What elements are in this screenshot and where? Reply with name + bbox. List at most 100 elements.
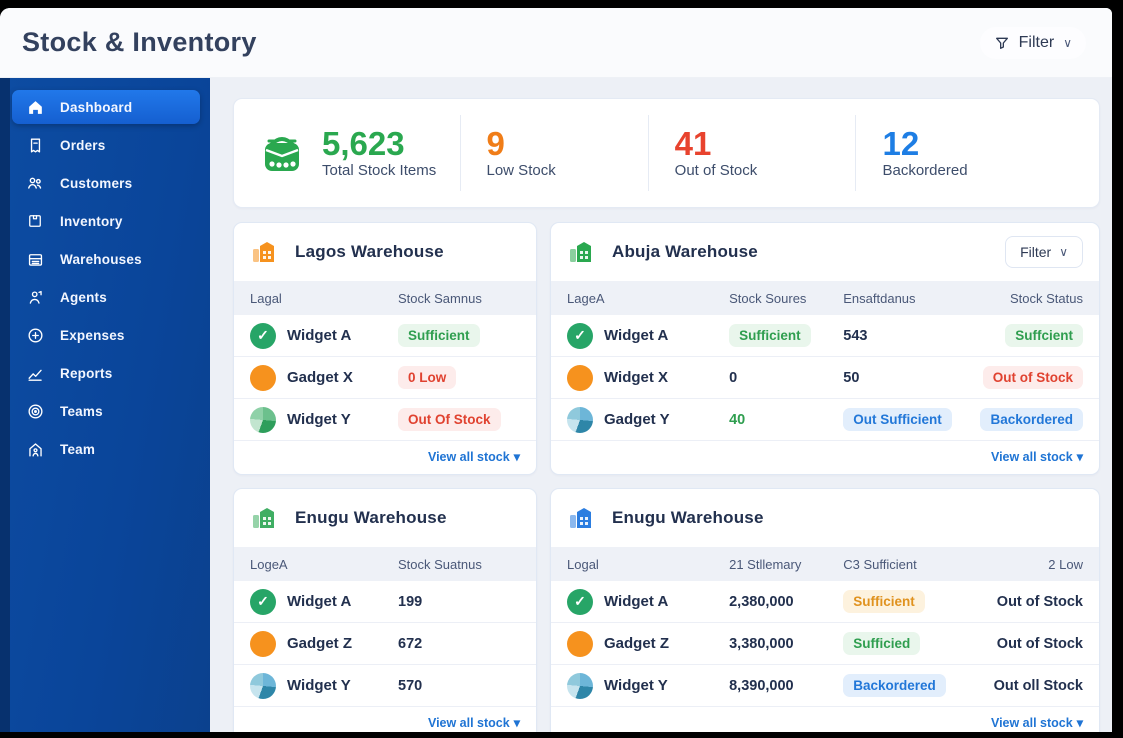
warehouse-green-icon — [250, 502, 282, 534]
sidebar-item-team[interactable]: Team — [12, 432, 200, 466]
table-row[interactable]: ✓ Widget A Sufficient 543 Suffcient — [551, 315, 1099, 357]
product-name: Gadget Z — [287, 635, 353, 652]
sidebar-item-inventory[interactable]: Inventory — [12, 204, 200, 238]
view-all-stock-link[interactable]: View all stock ▾ — [428, 715, 520, 731]
column-header: Logal — [567, 556, 599, 572]
chevron-down-icon: ∨ — [1059, 245, 1068, 259]
card-footer: View all stock ▾ — [551, 707, 1099, 732]
stat-backordered: 12 Backordered — [855, 115, 1089, 191]
basket-icon — [256, 127, 308, 179]
header-filter-button[interactable]: Filter ∨ — [979, 26, 1086, 59]
table-row[interactable]: Widget Y 8,390,000 Backordered Out oll Sto… — [551, 665, 1099, 707]
table-row[interactable]: Widget Y Out Of Stock — [234, 399, 536, 441]
product-name: Gadget Z — [604, 635, 670, 652]
main-content: 5,623 Total Stock Items 9 Low Stock 41 O… — [210, 78, 1112, 732]
stat-value: 9 — [486, 125, 505, 162]
card-filter-label: Filter — [1020, 244, 1052, 260]
pie-green-icon — [250, 406, 276, 433]
warehouse-card-enugu-warehouse-3: Enugu Warehouse Logal 21 Stllemary C3 Suffi… — [550, 488, 1100, 732]
table-row[interactable]: Gadget Z 3,380,000 Sufficied Out of Stock — [551, 623, 1099, 665]
status-badge: Sufficient — [843, 590, 925, 613]
table-row[interactable]: Gadget Z 672 — [234, 623, 536, 665]
chevron-down-icon: ∨ — [1063, 35, 1072, 50]
chevron-down-icon: ▾ — [1076, 450, 1083, 464]
view-all-stock-link[interactable]: View all stock ▾ — [991, 449, 1083, 465]
product-name: Widget Y — [287, 677, 351, 694]
sidebar-item-dashboard[interactable]: Dashboard — [12, 90, 200, 124]
sidebar-item-label: Teams — [60, 403, 103, 419]
dot-orange-icon — [250, 630, 276, 657]
column-header: Ensaftdanus — [843, 290, 916, 306]
table-header-row: Logal 21 Stllemary C3 Sufficient 2 Low — [551, 547, 1099, 581]
sidebar-item-warehouses[interactable]: Warehouses — [12, 242, 200, 276]
warehouse-card-enugu-warehouse-2: Enugu Warehouse LogeA Stock Suatnus ✓ Widg… — [233, 488, 537, 732]
check-circle-icon: ✓ — [567, 322, 593, 349]
view-all-stock-link[interactable]: View all stock ▾ — [428, 449, 520, 465]
receipt-icon — [24, 134, 46, 156]
status-badge: Sufficient — [398, 324, 480, 347]
product-name: Gadget Y — [604, 411, 670, 428]
table-row[interactable]: Gadget Y 40 Out Sufficient Backordered — [551, 399, 1099, 441]
table-row[interactable]: Widget X 0 50 Out of Stock — [551, 357, 1099, 399]
product-cell: ✓ Widget A — [567, 322, 729, 349]
sidebar-item-reports[interactable]: Reports — [12, 356, 200, 390]
view-all-stock-link[interactable]: View all stock ▾ — [991, 715, 1083, 731]
column-header: 21 Stllemary — [729, 556, 802, 572]
product-name: Widget Y — [287, 411, 351, 428]
table-row[interactable]: ✓ Widget A Sufficient — [234, 315, 536, 357]
warehouse-card-abuja-warehouse-1: Abuja Warehouse Filter ∨ LageA Stock Sour… — [550, 222, 1100, 475]
stat-total-stock-items: 5,623 Total Stock Items — [244, 115, 460, 191]
cell-value: 8,390,000 — [729, 677, 794, 694]
product-name: Widget A — [287, 593, 352, 610]
card-header: Enugu Warehouse — [551, 489, 1099, 547]
table-row[interactable]: ✓ Widget A 199 — [234, 581, 536, 623]
cell-value: Out of Stock — [996, 593, 1083, 610]
cell-value: 0 — [729, 369, 738, 386]
table-row[interactable]: ✓ Widget A 2,380,000 Sufficient Out of Sto… — [551, 581, 1099, 623]
stat-low-stock: 9 Low Stock — [459, 115, 648, 191]
card-title: Enugu Warehouse — [295, 508, 447, 527]
status-badge: 0 Low — [398, 366, 457, 389]
home-icon — [24, 96, 46, 118]
status-badge: Out Of Stock — [398, 408, 501, 431]
table-row[interactable]: Gadget X 0 Low — [234, 357, 536, 399]
warehouse-icon — [24, 248, 46, 270]
card-footer: View all stock ▾ — [234, 441, 536, 474]
sidebar-item-teams[interactable]: Teams — [12, 394, 200, 428]
sidebar-item-label: Dashboard — [60, 99, 133, 115]
table-row[interactable]: Widget Y 570 — [234, 665, 536, 707]
warehouse-card-lagos-warehouse-0: Lagos Warehouse Lagal Stock Samnus ✓ Widge… — [233, 222, 537, 475]
chart-icon — [24, 362, 46, 384]
sidebar-item-customers[interactable]: Customers — [12, 166, 200, 200]
table-header-row: LageA Stock Soures Ensaftdanus Stock Status — [551, 281, 1099, 315]
product-cell: ✓ Widget A — [567, 588, 729, 615]
stat-label: Backordered — [882, 162, 968, 179]
agent-icon — [24, 286, 46, 308]
stat-value: 41 — [674, 125, 712, 162]
sidebar-item-orders[interactable]: Orders — [12, 128, 200, 162]
stat-value: 12 — [882, 125, 920, 162]
stat-label: Total Stock Items — [322, 162, 437, 179]
card-header: Enugu Warehouse — [234, 489, 536, 547]
chevron-down-icon: ▾ — [1076, 716, 1083, 730]
card-title: Lagos Warehouse — [295, 242, 444, 261]
column-header: C3 Sufficient — [843, 556, 917, 572]
cell-value: Out oll Stock — [993, 677, 1083, 694]
product-name: Widget Y — [604, 677, 668, 694]
cell-value: 672 — [398, 635, 423, 652]
box-icon — [24, 210, 46, 232]
card-header: Abuja Warehouse Filter ∨ — [551, 223, 1099, 281]
dot-orange-icon — [567, 364, 593, 391]
product-cell: Gadget Y — [567, 406, 729, 433]
column-header: LageA — [567, 290, 605, 306]
product-name: Widget X — [604, 369, 669, 386]
sidebar-item-label: Customers — [60, 175, 133, 191]
pie-teal-icon — [250, 672, 276, 699]
sidebar-item-label: Team — [60, 441, 96, 457]
sidebar-item-expenses[interactable]: Expenses — [12, 318, 200, 352]
status-badge: Sufficient — [729, 324, 811, 347]
cell-value: 199 — [398, 593, 423, 610]
column-header: Stock Soures — [729, 290, 807, 306]
card-filter-button[interactable]: Filter ∨ — [1005, 236, 1083, 268]
sidebar-item-agents[interactable]: Agents — [12, 280, 200, 314]
